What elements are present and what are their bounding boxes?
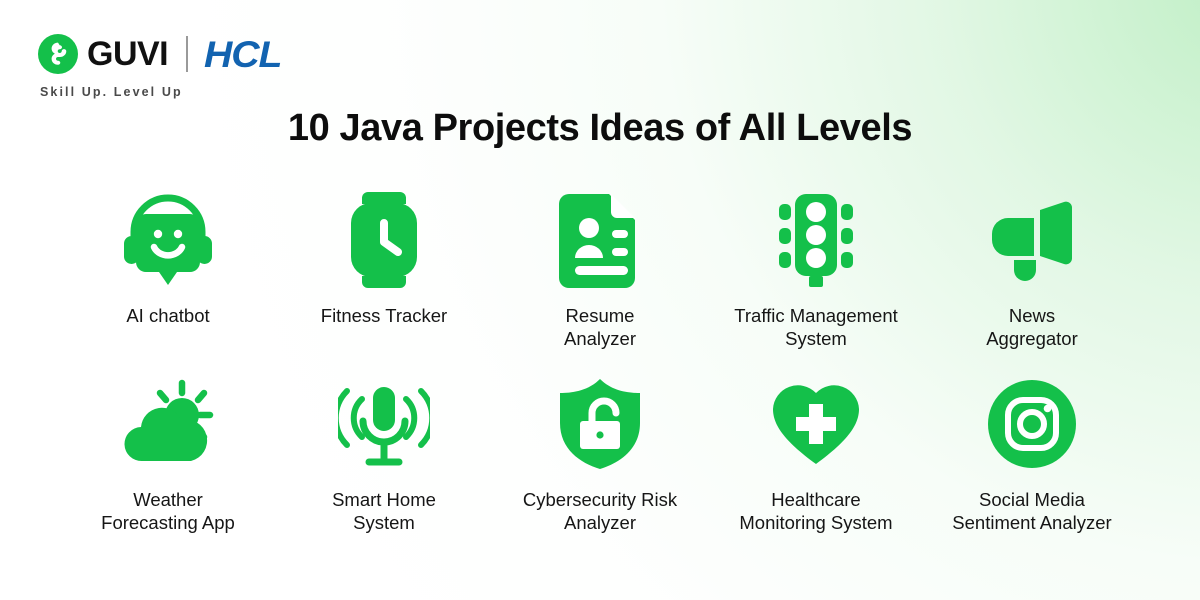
project-item-cybersecurity-risk-analyzer: Cybersecurity Risk Analyzer — [492, 372, 708, 534]
chatbot-headset-icon — [116, 188, 220, 292]
project-item-ai-chatbot: AI chatbot — [60, 188, 276, 350]
project-item-traffic-management-system: Traffic Management System — [708, 188, 924, 350]
project-label-line: Weather — [133, 489, 203, 510]
heart-cross-icon — [769, 372, 863, 476]
project-label-line: Smart Home — [332, 489, 436, 510]
project-label-line: Fitness Tracker — [320, 305, 448, 326]
project-label-line: Forecasting App — [101, 512, 235, 533]
project-item-weather-forecasting-app: Weather Forecasting App — [60, 372, 276, 534]
project-label: News Aggregator — [986, 304, 1078, 350]
project-label-line: Cybersecurity Risk — [522, 489, 678, 510]
project-label: Fitness Tracker — [321, 304, 447, 327]
megaphone-icon — [986, 188, 1078, 292]
project-label-line: AI chatbot — [126, 305, 210, 326]
guvi-wordmark: GUVI — [87, 35, 169, 73]
brand-bar: GUVI HCL Skill Up. Level Up — [38, 32, 283, 99]
guvi-g-logo-icon — [38, 34, 78, 74]
project-label: Resume Analyzer — [564, 304, 636, 350]
project-label: Traffic Management System — [734, 304, 898, 350]
project-item-resume-analyzer: Resume Analyzer — [492, 188, 708, 350]
project-label: Weather Forecasting App — [101, 488, 235, 534]
sun-cloud-icon — [120, 372, 216, 476]
project-label: Healthcare Monitoring System — [739, 488, 892, 534]
brand-divider — [186, 36, 189, 72]
project-label-line: Resume — [565, 305, 635, 326]
traffic-light-icon — [777, 188, 855, 292]
resume-document-icon — [557, 188, 643, 292]
project-label-line: System — [785, 328, 847, 349]
hcl-wordmark: HCL — [204, 33, 282, 75]
project-label-line: News — [1008, 305, 1056, 326]
project-item-healthcare-monitoring-system: Healthcare Monitoring System — [708, 372, 924, 534]
smartwatch-icon — [343, 188, 425, 292]
shield-unlock-icon — [558, 372, 642, 476]
brand-tagline: Skill Up. Level Up — [40, 85, 183, 99]
project-item-social-media-sentiment-analyzer: Social Media Sentiment Analyzer — [924, 372, 1140, 534]
project-item-news-aggregator: News Aggregator — [924, 188, 1140, 350]
project-label-line: Monitoring System — [739, 512, 893, 533]
project-label-line: Aggregator — [986, 328, 1078, 349]
brand-logo-row: GUVI HCL — [38, 32, 283, 76]
project-label-line: Analyzer — [564, 512, 636, 533]
project-label: Cybersecurity Risk Analyzer — [523, 488, 677, 534]
project-label: Smart Home System — [332, 488, 436, 534]
projects-grid: AI chatbot Fitness Tracker Resume Analyz… — [60, 188, 1140, 534]
project-label-line: System — [353, 512, 415, 533]
project-label-line: Social Media — [979, 489, 1085, 510]
project-label-line: Healthcare — [771, 489, 861, 510]
page-title: 10 Java Projects Ideas of All Levels — [287, 107, 913, 149]
project-label-line: Analyzer — [564, 328, 636, 349]
project-label-line: Traffic Management — [734, 305, 898, 326]
project-label: Social Media Sentiment Analyzer — [952, 488, 1111, 534]
instagram-circle-icon — [987, 372, 1077, 476]
project-label: AI chatbot — [126, 304, 209, 327]
microphone-voice-icon — [338, 372, 430, 476]
project-item-smart-home-system: Smart Home System — [276, 372, 492, 534]
project-item-fitness-tracker: Fitness Tracker — [276, 188, 492, 350]
project-label-line: Sentiment Analyzer — [952, 512, 1112, 533]
